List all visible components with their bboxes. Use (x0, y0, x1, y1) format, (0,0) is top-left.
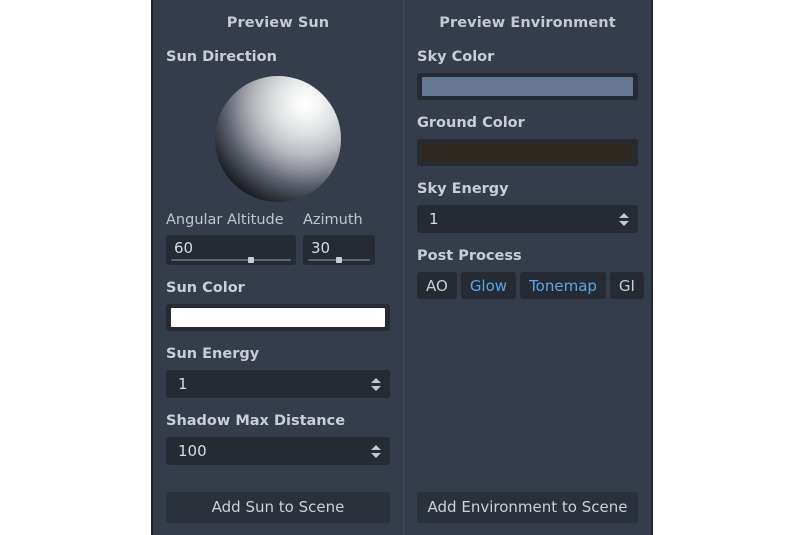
screenshot-root: Preview Sun Sun Direction Angular Altitu… (0, 0, 804, 535)
preview-sun-title: Preview Sun (226, 15, 330, 31)
sun-direction-sphere-icon[interactable] (215, 76, 341, 202)
sky-energy-value[interactable]: 1 (429, 210, 616, 228)
shadow-max-distance-label: Shadow Max Distance (166, 413, 346, 429)
preview-environment-column: Preview Environment Sky Color Ground Col… (403, 0, 651, 535)
sky-color-swatch[interactable] (422, 77, 633, 96)
chevron-down-icon[interactable] (619, 220, 629, 226)
add-sun-to-scene-button[interactable]: Add Sun to Scene (166, 492, 390, 523)
left-column-spacer (166, 479, 390, 492)
shadow-max-distance-value[interactable]: 100 (178, 442, 368, 460)
add-environment-to-scene-button[interactable]: Add Environment to Scene (417, 492, 638, 523)
azimuth-value[interactable]: 30 (311, 238, 367, 258)
sky-energy-spinbox[interactable]: 1 (417, 205, 638, 233)
sun-energy-spinbox[interactable]: 1 (166, 370, 390, 398)
angular-altitude-track[interactable] (171, 257, 291, 263)
sky-color-picker[interactable] (417, 73, 638, 100)
preview-sun-and-environment-panel: Preview Sun Sun Direction Angular Altitu… (151, 0, 653, 535)
angular-altitude-value[interactable]: 60 (174, 238, 288, 258)
post-process-button-glow[interactable]: Glow (460, 272, 517, 299)
sun-energy-label: Sun Energy (166, 346, 260, 362)
sun-direction-control[interactable] (166, 76, 390, 202)
chevron-up-icon[interactable] (619, 212, 629, 218)
sky-energy-label: Sky Energy (417, 181, 509, 197)
ground-color-picker[interactable] (417, 139, 638, 166)
right-column-spacer (417, 313, 638, 492)
angular-altitude-grabber[interactable] (248, 257, 255, 263)
sun-color-picker[interactable] (166, 304, 390, 331)
ground-color-swatch[interactable] (422, 143, 633, 162)
sun-color-label: Sun Color (166, 280, 245, 296)
chevron-down-icon[interactable] (371, 452, 381, 458)
azimuth-grabber[interactable] (336, 257, 342, 263)
preview-sun-column: Preview Sun Sun Direction Angular Altitu… (153, 0, 403, 535)
sun-direction-label: Sun Direction (166, 49, 277, 65)
chevron-down-icon[interactable] (371, 385, 381, 391)
azimuth-label: Azimuth (303, 212, 363, 228)
sky-color-label: Sky Color (417, 49, 495, 65)
chevron-up-icon[interactable] (371, 444, 381, 450)
sun-angle-sliders: 60 30 (166, 235, 390, 265)
ground-color-label: Ground Color (417, 115, 525, 131)
azimuth-track[interactable] (308, 257, 370, 263)
post-process-button-group: AO Glow Tonemap GI (417, 272, 644, 299)
up-down-chevron-icon[interactable] (368, 374, 384, 394)
angular-altitude-slider[interactable]: 60 (166, 235, 296, 265)
shadow-max-distance-spinbox[interactable]: 100 (166, 437, 390, 465)
post-process-button-tonemap[interactable]: Tonemap (520, 272, 606, 299)
preview-environment-title: Preview Environment (439, 15, 616, 31)
sun-angle-labels: Angular Altitude Azimuth (166, 211, 390, 229)
up-down-chevron-icon[interactable] (368, 441, 384, 461)
up-down-chevron-icon[interactable] (616, 209, 632, 229)
post-process-button-gi[interactable]: GI (609, 272, 644, 299)
angular-altitude-label: Angular Altitude (166, 212, 284, 228)
post-process-button-ao[interactable]: AO (417, 272, 457, 299)
sun-energy-value[interactable]: 1 (178, 375, 368, 393)
chevron-up-icon[interactable] (371, 377, 381, 383)
azimuth-slider[interactable]: 30 (303, 235, 375, 265)
sun-color-swatch[interactable] (171, 308, 385, 327)
post-process-label: Post Process (417, 248, 522, 264)
